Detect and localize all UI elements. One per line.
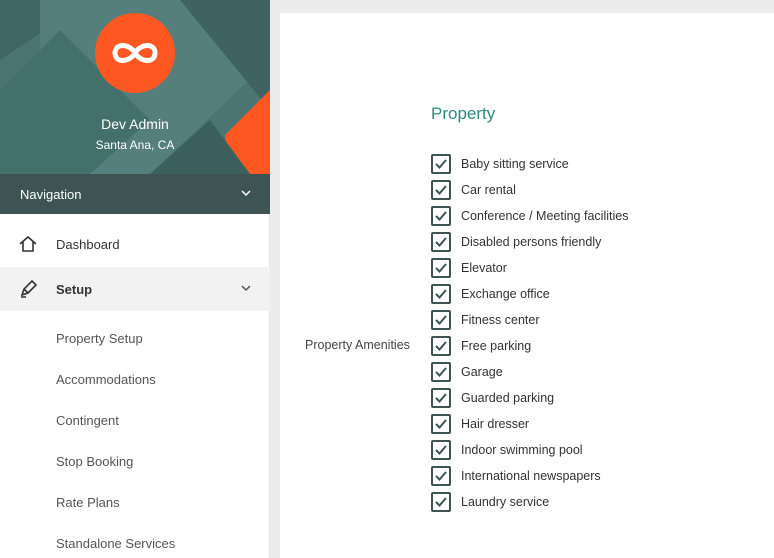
amenity-checkbox[interactable]: [431, 388, 451, 408]
amenity-label: Baby sitting service: [461, 157, 569, 171]
amenity-checkbox[interactable]: [431, 258, 451, 278]
amenity-row: Laundry service: [431, 489, 628, 515]
checkmark-icon: [435, 419, 447, 429]
amenity-checkbox[interactable]: [431, 180, 451, 200]
sidebar-subitem-rate-plans[interactable]: Rate Plans: [56, 495, 120, 510]
amenity-label: Conference / Meeting facilities: [461, 209, 629, 223]
chevron-down-icon: [241, 285, 251, 292]
infinity-icon: [112, 43, 158, 63]
checkmark-icon: [435, 497, 447, 507]
amenity-row: Fitness center: [431, 307, 628, 333]
amenity-checkbox[interactable]: [431, 154, 451, 174]
amenity-label: Disabled persons friendly: [461, 235, 602, 249]
amenity-row: Hair dresser: [431, 411, 628, 437]
checkmark-icon: [435, 185, 447, 195]
home-icon: [19, 235, 37, 252]
navigation-header-label: Navigation: [20, 186, 82, 202]
checkmark-icon: [435, 263, 447, 273]
sidebar-item-dashboard[interactable]: Dashboard: [0, 222, 270, 266]
amenity-checkbox[interactable]: [431, 310, 451, 330]
amenities-list: Baby sitting service Car rental Conference…: [431, 151, 628, 515]
logo-avatar[interactable]: [95, 13, 175, 93]
chevron-down-icon: [241, 190, 251, 197]
amenity-checkbox[interactable]: [431, 362, 451, 382]
amenity-label: Free parking: [461, 339, 532, 353]
checkmark-icon: [435, 367, 447, 377]
checkmark-icon: [435, 159, 447, 169]
amenity-label: Fitness center: [461, 313, 540, 327]
amenity-row: Disabled persons friendly: [431, 229, 628, 255]
amenity-checkbox[interactable]: [431, 284, 451, 304]
amenities-label: Property Amenities: [305, 338, 410, 352]
amenity-label: Car rental: [461, 183, 516, 197]
amenity-row: Baby sitting service: [431, 151, 628, 177]
checkmark-icon: [435, 211, 447, 221]
checkmark-icon: [435, 445, 447, 455]
amenity-checkbox[interactable]: [431, 206, 451, 226]
checkmark-icon: [435, 341, 447, 351]
amenity-label: Hair dresser: [461, 417, 530, 431]
sidebar-subitem-stop-booking[interactable]: Stop Booking: [56, 454, 133, 469]
amenity-checkbox[interactable]: [431, 440, 451, 460]
amenity-checkbox[interactable]: [431, 414, 451, 434]
navigation-header[interactable]: Navigation: [0, 174, 270, 214]
amenity-label: Garage: [461, 365, 503, 379]
user-name: Dev Admin: [101, 116, 169, 132]
amenity-row: Garage: [431, 359, 628, 385]
amenity-label: Elevator: [461, 261, 507, 275]
amenity-checkbox[interactable]: [431, 492, 451, 512]
sidebar-subitem-accommodations[interactable]: Accommodations: [56, 372, 156, 387]
sidebar-subitem-contingent[interactable]: Contingent: [56, 413, 119, 428]
amenity-checkbox[interactable]: [431, 466, 451, 486]
profile-panel: Dev Admin Santa Ana, CA: [0, 0, 270, 174]
amenity-checkbox[interactable]: [431, 232, 451, 252]
amenity-row: Exchange office: [431, 281, 628, 307]
sidebar: Dev Admin Santa Ana, CA Navigation Dashb…: [0, 0, 270, 558]
amenity-label: Laundry service: [461, 495, 550, 509]
checkmark-icon: [435, 471, 447, 481]
sidebar-item-setup[interactable]: Setup: [0, 267, 270, 311]
amenity-row: Car rental: [431, 177, 628, 203]
amenity-label: International newspapers: [461, 469, 601, 483]
amenity-label: Indoor swimming pool: [461, 443, 583, 457]
amenity-checkbox[interactable]: [431, 336, 451, 356]
amenity-row: Elevator: [431, 255, 628, 281]
main-content: Property Property Amenities Baby sitting…: [280, 13, 774, 558]
amenity-row: Conference / Meeting facilities: [431, 203, 628, 229]
sidebar-item-label: Setup: [56, 281, 93, 297]
checkmark-icon: [435, 289, 447, 299]
sidebar-subitem-standalone-services[interactable]: Standalone Services: [56, 536, 175, 551]
pen-icon: [20, 279, 38, 298]
amenity-row: Free parking: [431, 333, 628, 359]
checkmark-icon: [435, 315, 447, 325]
checkmark-icon: [435, 393, 447, 403]
amenity-label: Guarded parking: [461, 391, 555, 405]
sidebar-item-label: Dashboard: [56, 236, 120, 252]
section-title: Property: [431, 104, 496, 123]
amenity-label: Exchange office: [461, 287, 550, 301]
amenity-row: Guarded parking: [431, 385, 628, 411]
checkmark-icon: [435, 237, 447, 247]
amenity-row: International newspapers: [431, 463, 628, 489]
amenity-row: Indoor swimming pool: [431, 437, 628, 463]
sidebar-subitem-property-setup[interactable]: Property Setup: [56, 331, 143, 346]
user-location: Santa Ana, CA: [95, 138, 175, 152]
